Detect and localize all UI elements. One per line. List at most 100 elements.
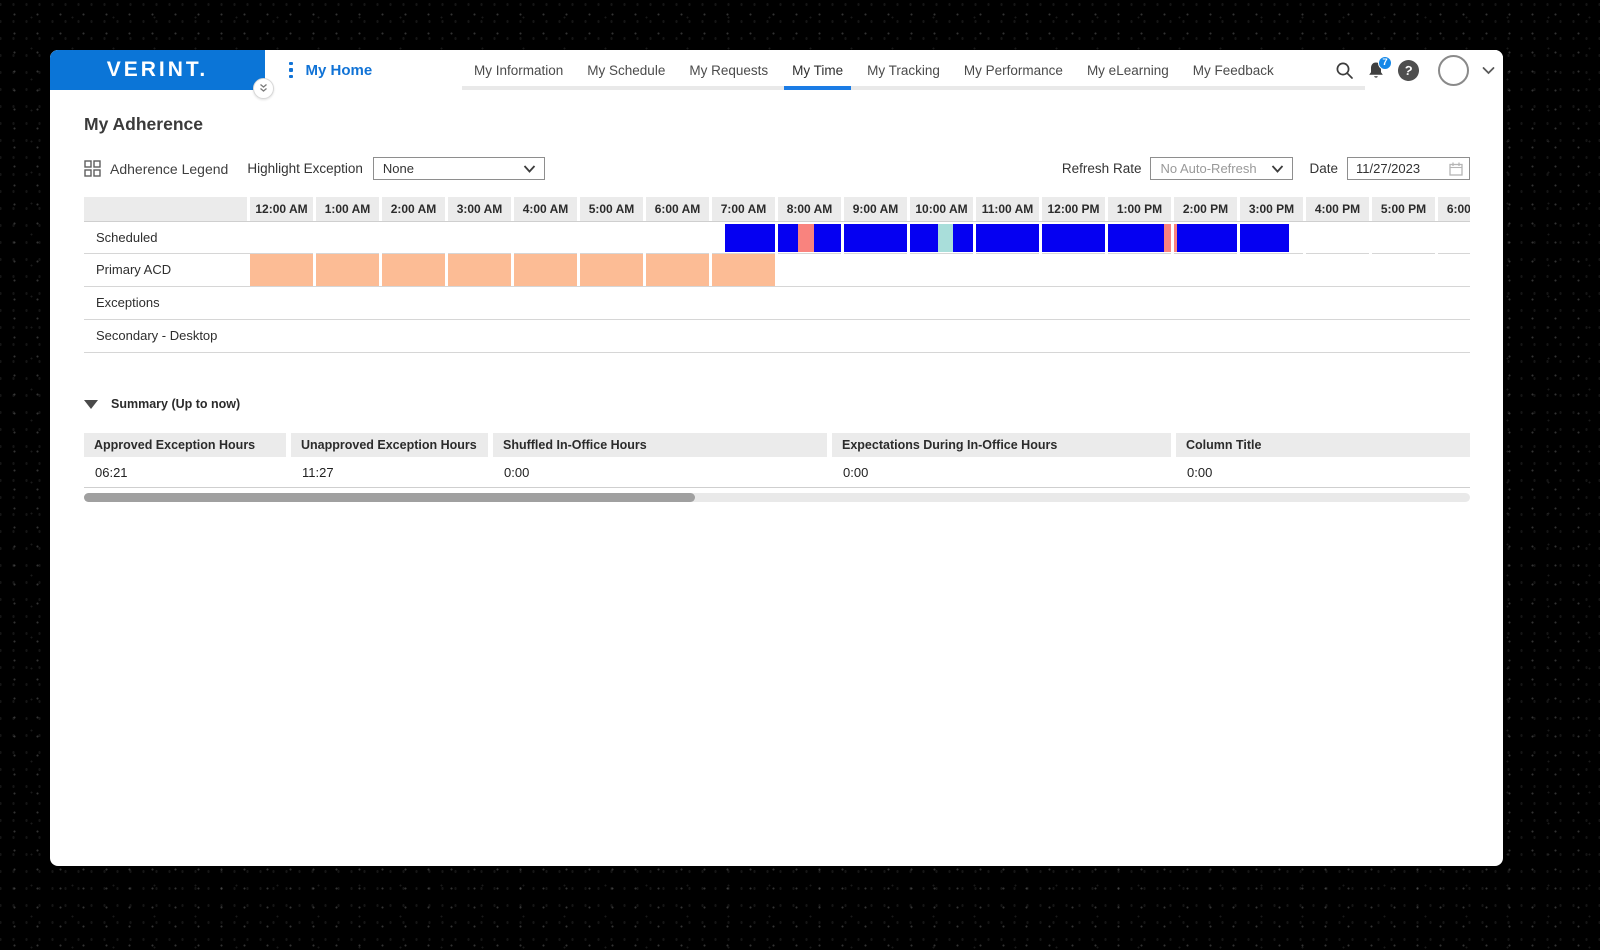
timeline-track: [250, 320, 1470, 352]
hour-gap-line: [709, 320, 712, 352]
hour-gap-line: [313, 222, 316, 254]
hour-gap-line: [577, 222, 580, 254]
summary-col-value-unapproved-exception-hours: 11:27: [291, 457, 488, 487]
refresh-rate-value: No Auto-Refresh: [1160, 161, 1256, 176]
kebab-menu-icon[interactable]: [287, 60, 295, 81]
chevron-down-icon: [523, 165, 536, 173]
hour-gap-line: [1369, 222, 1372, 254]
hour-gap-line: [1105, 320, 1108, 352]
adherence-legend-button[interactable]: Adherence Legend: [84, 160, 228, 177]
refresh-rate-select[interactable]: No Auto-Refresh: [1150, 157, 1293, 180]
nav-tab-my-elearning[interactable]: My eLearning: [1075, 50, 1181, 90]
hour-header-2-00-pm: 2:00 PM: [1174, 197, 1237, 221]
hour-gap-line: [775, 320, 778, 352]
nav-tab-my-tracking[interactable]: My Tracking: [855, 50, 952, 90]
user-avatar[interactable]: [1438, 55, 1469, 86]
summary-table: Approved Exception HoursUnapproved Excep…: [84, 433, 1470, 488]
hour-gap-line: [841, 254, 844, 286]
hour-header-1-00-pm: 1:00 PM: [1108, 197, 1171, 221]
hour-gap-line: [643, 287, 646, 319]
summary-col-header-approved-exception-hours: Approved Exception Hours: [84, 433, 286, 457]
hour-gap-line: [907, 222, 910, 254]
hour-gap-line: [445, 320, 448, 352]
hour-gap-line: [1303, 320, 1306, 352]
summary-col-header-unapproved-exception-hours: Unapproved Exception Hours: [291, 433, 488, 457]
refresh-rate-label: Refresh Rate: [1062, 161, 1142, 176]
hour-gap-line: [577, 287, 580, 319]
help-feedback-icon[interactable]: ?: [1398, 60, 1419, 81]
hour-gap-line: [907, 320, 910, 352]
hour-gap-line: [775, 287, 778, 319]
hour-header-3-00-pm: 3:00 PM: [1240, 197, 1303, 221]
segment-exception: [798, 224, 815, 252]
summary-col-value-approved-exception-hours: 06:21: [84, 457, 286, 487]
calendar-icon[interactable]: [1449, 162, 1463, 176]
segment-acd-activity: [250, 254, 778, 286]
hour-gap-line: [841, 287, 844, 319]
timeline-rows: ScheduledPrimary ACDExceptionsSecondary …: [84, 221, 1470, 353]
hour-gap-line: [1237, 254, 1240, 286]
hour-gap-line: [1303, 287, 1306, 319]
hour-gap-line: [511, 254, 514, 286]
hour-gap-line: [1237, 222, 1240, 254]
nav-tab-my-schedule[interactable]: My Schedule: [575, 50, 677, 90]
hour-gap-line: [973, 254, 976, 286]
hour-gap-line: [973, 287, 976, 319]
hour-gap-line: [1171, 254, 1174, 286]
my-home-link[interactable]: My Home: [306, 62, 373, 79]
hour-gap-line: [643, 254, 646, 286]
row-label-secondary-desktop: Secondary - Desktop: [96, 320, 217, 352]
date-label: Date: [1309, 161, 1338, 176]
row-label-exceptions: Exceptions: [96, 287, 160, 319]
timeline-corner-cell: [84, 197, 247, 221]
notification-count-badge: 7: [1378, 56, 1392, 70]
hour-gap-line: [1105, 287, 1108, 319]
search-icon[interactable]: [1335, 61, 1354, 80]
main-nav: My InformationMy ScheduleMy RequestsMy T…: [462, 50, 1286, 90]
hour-header-12-00-am: 12:00 AM: [250, 197, 313, 221]
page-content: My Adherence Adherence Legend Highlight …: [50, 114, 1503, 502]
hour-gap-line: [511, 222, 514, 254]
hour-gap-line: [643, 320, 646, 352]
nav-tab-my-time[interactable]: My Time: [780, 50, 855, 90]
summary-header: Summary (Up to now): [84, 397, 1470, 411]
hour-gap-line: [907, 254, 910, 286]
page-title: My Adherence: [84, 114, 1470, 135]
hour-gap-line: [313, 320, 316, 352]
timeline-row-primary-acd: Primary ACD: [84, 254, 1470, 287]
timeline-row-scheduled: Scheduled: [84, 221, 1470, 254]
date-input[interactable]: 11/27/2023: [1347, 157, 1470, 180]
hour-gap-line: [1435, 222, 1438, 254]
notifications-bell-icon[interactable]: 7: [1367, 61, 1385, 80]
hour-header-7-00-am: 7:00 AM: [712, 197, 775, 221]
hour-gap-line: [1171, 222, 1174, 254]
home-menu-group: My Home: [287, 50, 372, 90]
nav-tab-my-performance[interactable]: My Performance: [952, 50, 1075, 90]
hour-gap-line: [445, 287, 448, 319]
timeline-track: [250, 222, 1470, 254]
nav-tab-my-information[interactable]: My Information: [462, 50, 575, 90]
hour-gap-line: [1105, 222, 1108, 254]
segment-scheduled: [953, 224, 1164, 252]
profile-chevron-down-icon[interactable]: [1482, 66, 1495, 75]
horizontal-scrollbar-thumb[interactable]: [84, 493, 695, 502]
legend-grid-icon: [84, 160, 101, 177]
timeline-row-secondary-desktop: Secondary - Desktop: [84, 320, 1470, 353]
hour-gap-line: [973, 222, 976, 254]
hour-header-1-00-am: 1:00 AM: [316, 197, 379, 221]
hour-gap-line: [1039, 320, 1042, 352]
highlight-exception-select[interactable]: None: [373, 157, 545, 180]
summary-collapse-arrow-icon[interactable]: [84, 400, 98, 409]
hour-header-5-00-am: 5:00 AM: [580, 197, 643, 221]
collapse-header-button[interactable]: [253, 78, 274, 99]
hour-gap-line: [1171, 320, 1174, 352]
hour-header-5-00-pm: 5:00 PM: [1372, 197, 1435, 221]
highlight-exception-value: None: [383, 161, 414, 176]
segment-scheduled: [814, 224, 937, 252]
horizontal-scrollbar-track[interactable]: [84, 493, 1470, 502]
hour-gap-line: [313, 254, 316, 286]
hour-header-3-00-am: 3:00 AM: [448, 197, 511, 221]
nav-tab-my-requests[interactable]: My Requests: [677, 50, 780, 90]
nav-tab-my-feedback[interactable]: My Feedback: [1181, 50, 1286, 90]
hour-header-8-00-am: 8:00 AM: [778, 197, 841, 221]
